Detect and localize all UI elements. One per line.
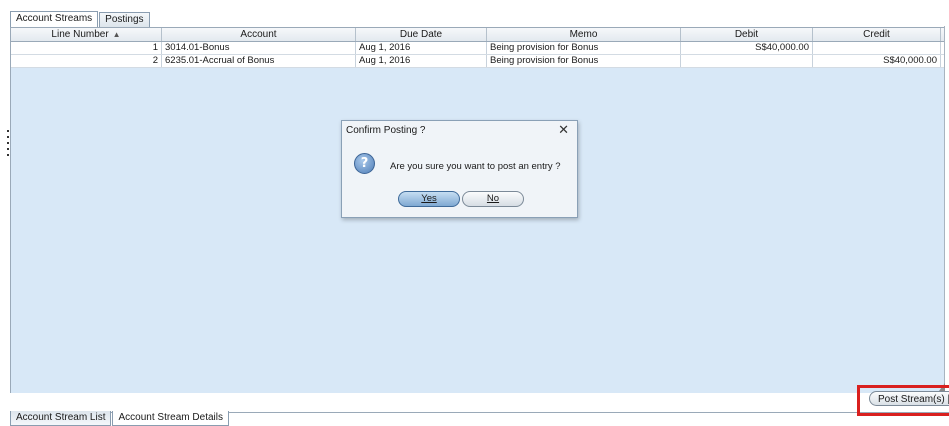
confirm-posting-dialog: Confirm Posting ? ✕ ? Are you sure you w… bbox=[341, 120, 578, 218]
post-streams-button[interactable]: Post Stream(s) | bbox=[869, 391, 949, 406]
close-icon[interactable]: ✕ bbox=[558, 122, 569, 138]
sort-ascending-icon: ▲ bbox=[112, 30, 121, 39]
cell-debit: S$40,000.00 bbox=[681, 42, 813, 54]
cell-memo: Being provision for Bonus bbox=[487, 42, 681, 54]
tab-account-stream-details[interactable]: Account Stream Details bbox=[112, 411, 229, 426]
cell-credit: S$40,000.00 bbox=[813, 55, 941, 67]
cell-account: 6235.01-Accrual of Bonus bbox=[162, 55, 356, 67]
bottom-tab-strip: Account Stream List Account Stream Detai… bbox=[10, 411, 230, 426]
cell-memo: Being provision for Bonus bbox=[487, 55, 681, 67]
cell-credit bbox=[813, 42, 941, 54]
top-tab-strip: Account Streams Postings bbox=[10, 11, 151, 27]
table-row[interactable]: 2 6235.01-Accrual of Bonus Aug 1, 2016 B… bbox=[11, 55, 949, 68]
cell-line-number: 2 bbox=[11, 55, 162, 67]
tab-account-stream-list[interactable]: Account Stream List bbox=[10, 411, 112, 426]
no-button[interactable]: No bbox=[462, 191, 524, 207]
splitter-handle[interactable] bbox=[7, 130, 10, 170]
column-header-due-date[interactable]: Due Date bbox=[356, 28, 487, 41]
tab-account-streams[interactable]: Account Streams bbox=[10, 11, 99, 27]
column-header-credit[interactable]: Credit bbox=[813, 28, 941, 41]
cell-due-date: Aug 1, 2016 bbox=[356, 55, 487, 67]
column-header-line-number-label: Line Number bbox=[51, 29, 109, 40]
column-header-debit[interactable]: Debit bbox=[681, 28, 813, 41]
cell-account: 3014.01-Bonus bbox=[162, 42, 356, 54]
vertical-scrollbar[interactable] bbox=[944, 26, 949, 394]
grid-header: Line Number ▲ Account Due Date Memo Debit… bbox=[11, 28, 949, 42]
dialog-message: Are you sure you want to post an entry ? bbox=[390, 161, 561, 172]
dialog-title: Confirm Posting ? bbox=[346, 125, 426, 136]
cell-line-number: 1 bbox=[11, 42, 162, 54]
column-header-line-number[interactable]: Line Number ▲ bbox=[11, 28, 162, 41]
column-header-account[interactable]: Account bbox=[162, 28, 356, 41]
cell-debit bbox=[681, 55, 813, 67]
question-icon: ? bbox=[354, 153, 375, 174]
yes-button-label: Yes bbox=[421, 193, 437, 204]
table-row[interactable]: 1 3014.01-Bonus Aug 1, 2016 Being provis… bbox=[11, 42, 949, 55]
tab-postings[interactable]: Postings bbox=[99, 12, 150, 27]
column-header-memo[interactable]: Memo bbox=[487, 28, 681, 41]
yes-button[interactable]: Yes bbox=[398, 191, 460, 207]
no-button-label: No bbox=[486, 193, 500, 204]
cell-due-date: Aug 1, 2016 bbox=[356, 42, 487, 54]
